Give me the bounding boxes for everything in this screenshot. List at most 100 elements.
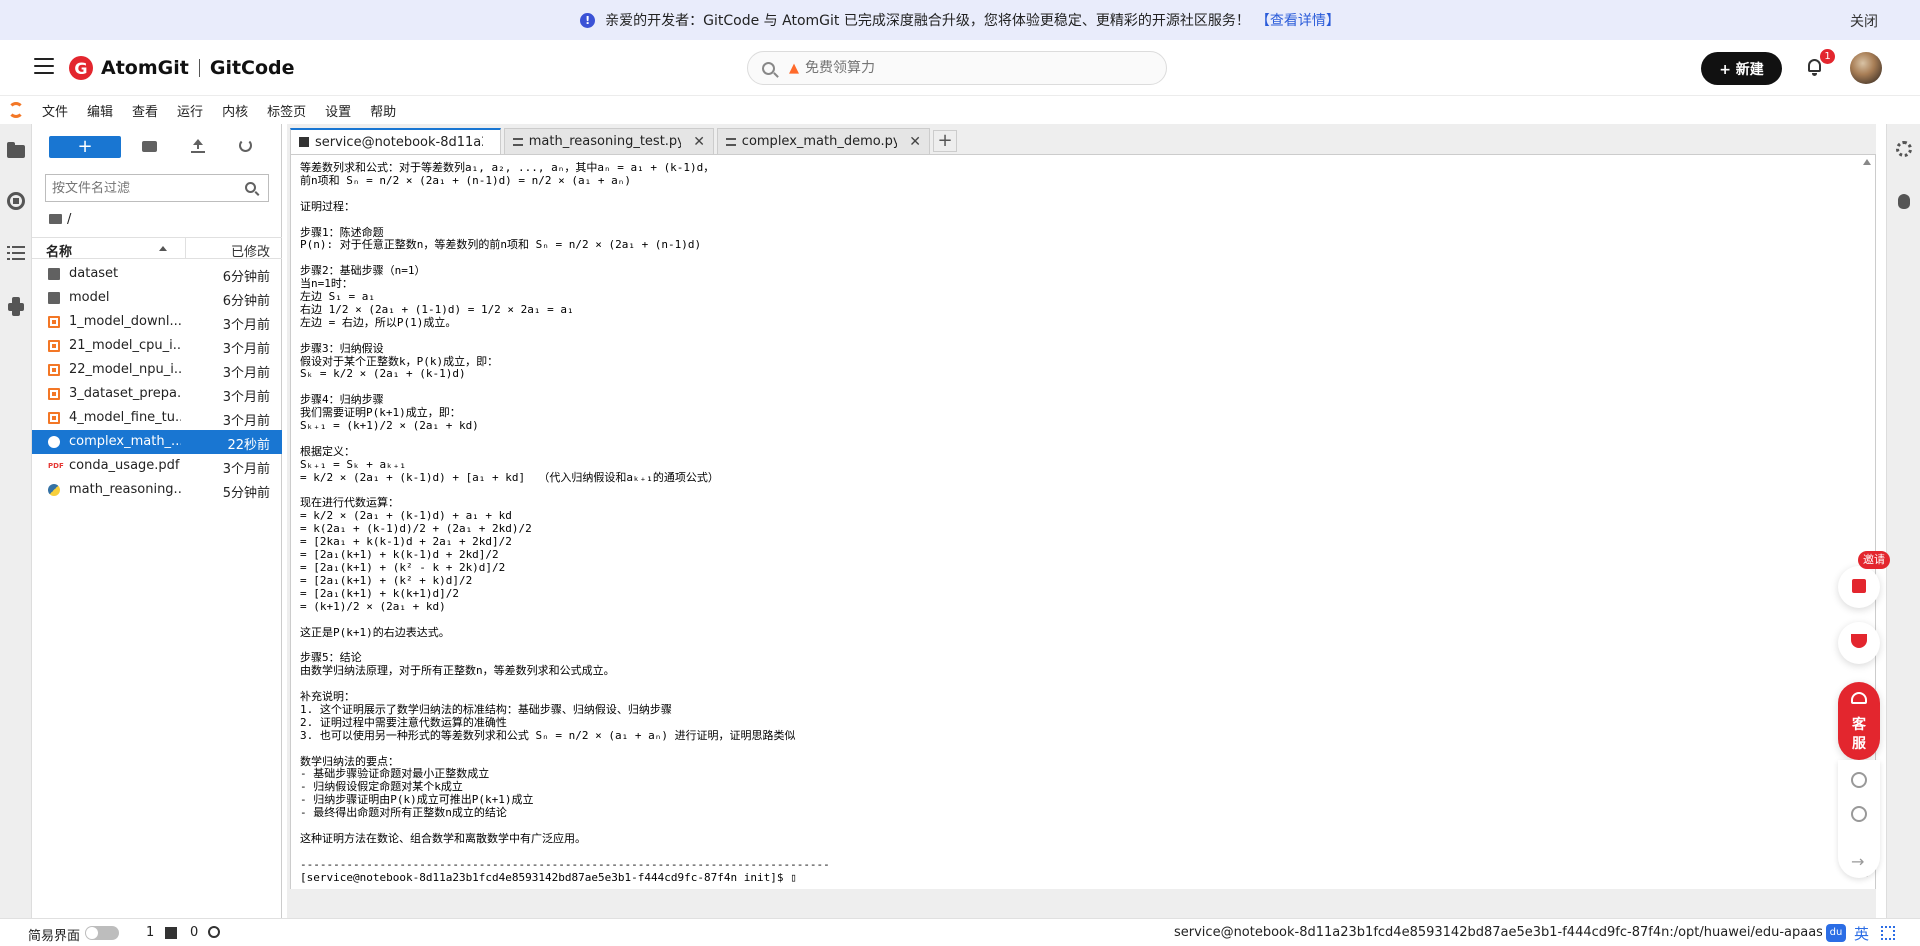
terminal-line: - 最终得出命题对所有正整数n成立的结论 bbox=[300, 806, 507, 820]
menu-edit[interactable]: 编辑 bbox=[87, 101, 113, 120]
column-name-header[interactable]: 名称 bbox=[46, 241, 72, 260]
refresh-icon[interactable] bbox=[238, 138, 254, 154]
file-row[interactable]: complex_math_... 22秒前 bbox=[32, 430, 282, 454]
folder-file-icon bbox=[48, 292, 60, 304]
ime-grid-icon[interactable] bbox=[1881, 926, 1896, 940]
file-list: dataset 6分钟前 model 6分钟前 1_model_downl... 3个月前… bbox=[32, 262, 282, 502]
terminal-line: 左边 = 右边，所以P(1)成立。 bbox=[300, 315, 457, 329]
headset-icon bbox=[1851, 692, 1867, 704]
file-row[interactable]: 22_model_npu_i... 3个月前 bbox=[32, 358, 282, 382]
file-row[interactable]: PDF conda_usage.pdf 3个月前 bbox=[32, 454, 282, 478]
file-row[interactable]: 3_dataset_prepa... 3个月前 bbox=[32, 382, 282, 406]
debugger-bug-icon[interactable] bbox=[1898, 194, 1910, 209]
breadcrumb-folder-icon bbox=[49, 214, 62, 224]
invite-badge[interactable]: 邀请 bbox=[1858, 551, 1890, 569]
new-folder-icon[interactable] bbox=[142, 138, 158, 154]
feedback-icon[interactable] bbox=[1851, 772, 1867, 788]
file-row[interactable]: 21_model_cpu_i... 3个月前 bbox=[32, 334, 282, 358]
upload-icon[interactable] bbox=[190, 138, 206, 154]
file-modified: 3个月前 bbox=[222, 414, 270, 429]
site-logo[interactable]: G AtomGit GitCode bbox=[69, 54, 295, 82]
add-tab-button[interactable]: + bbox=[933, 130, 957, 152]
global-search[interactable]: ▲ bbox=[747, 51, 1167, 85]
property-inspector-gear-icon[interactable] bbox=[1896, 141, 1912, 157]
menu-run[interactable]: 运行 bbox=[177, 101, 203, 120]
menu-settings[interactable]: 设置 bbox=[325, 101, 351, 120]
banner-text: 亲爱的开发者：GitCode 与 AtomGit 已完成深度融合升级，您将体验更… bbox=[605, 13, 1250, 29]
running-sessions-icon[interactable] bbox=[7, 192, 25, 210]
collapse-arrow-icon[interactable]: → bbox=[1851, 852, 1864, 871]
file-modified: 3个月前 bbox=[222, 390, 270, 405]
kernel-status-icon[interactable] bbox=[208, 926, 220, 938]
terminal-panel[interactable]: 等差数列求和公式：对于等差数列a₁, a₂, ..., aₙ，其中aₙ = a₁… bbox=[290, 154, 1876, 889]
hamburger-menu-icon[interactable] bbox=[34, 58, 54, 76]
jupyter-logo-icon bbox=[8, 102, 24, 118]
smiley-icon[interactable] bbox=[1851, 806, 1867, 822]
file-name: math_reasoning... bbox=[69, 482, 181, 497]
notification-count-badge: 1 bbox=[1820, 49, 1835, 64]
extensions-puzzle-icon[interactable] bbox=[7, 297, 25, 316]
gift-widget[interactable] bbox=[1838, 566, 1880, 608]
status-bar: 简易界面 1 0 service@notebook-8d11a23b1fcd4e… bbox=[0, 918, 1920, 946]
file-modified: 22秒前 bbox=[227, 438, 270, 453]
file-row[interactable]: 4_model_fine_tu... 3个月前 bbox=[32, 406, 282, 430]
ime-language[interactable]: 英 bbox=[1854, 923, 1869, 944]
file-row[interactable]: dataset 6分钟前 bbox=[32, 262, 282, 286]
folder-file-icon bbox=[48, 268, 60, 280]
user-avatar[interactable] bbox=[1850, 52, 1882, 84]
text-file-icon bbox=[726, 137, 736, 146]
breadcrumb[interactable]: / bbox=[49, 210, 71, 228]
menu-file[interactable]: 文件 bbox=[42, 101, 68, 120]
terminal-status-icon[interactable] bbox=[165, 927, 177, 939]
new-launcher-button[interactable]: + bbox=[49, 136, 121, 158]
input-method-indicator[interactable]: du 英 bbox=[1826, 920, 1920, 946]
terminal-line: = k/2 × (2a₁ + (k-1)d) + [a₁ + kd] （代入归纳… bbox=[300, 470, 719, 484]
close-tab-icon[interactable]: ✕ bbox=[693, 134, 705, 150]
terminal-line: = (k+1)/2 × (2a₁ + kd) bbox=[300, 599, 446, 613]
menu-tabs[interactable]: 标签页 bbox=[267, 101, 306, 120]
brand-gitcode: GitCode bbox=[209, 57, 295, 79]
breadcrumb-root[interactable]: / bbox=[67, 212, 71, 227]
menu-view[interactable]: 查看 bbox=[132, 101, 158, 120]
trophy-widget[interactable] bbox=[1838, 622, 1880, 664]
menu-help[interactable]: 帮助 bbox=[370, 101, 396, 120]
simple-mode-label: 简易界面 bbox=[28, 929, 81, 944]
close-tab-icon[interactable]: ✕ bbox=[909, 134, 921, 150]
tab-complex-math-demo[interactable]: complex_math_demo.py ✕ bbox=[717, 128, 930, 154]
menu-kernel[interactable]: 内核 bbox=[222, 101, 248, 120]
file-row[interactable]: math_reasoning... 5分钟前 bbox=[32, 478, 282, 502]
file-name: 22_model_npu_i... bbox=[69, 362, 181, 377]
new-button[interactable]: + 新建 bbox=[1701, 52, 1782, 85]
simple-mode-toggle[interactable] bbox=[85, 926, 119, 940]
terminal-line: 这正是P(k+1)的右边表达式。 bbox=[300, 625, 450, 639]
search-input[interactable] bbox=[805, 60, 1105, 76]
file-browser-folder-icon[interactable] bbox=[7, 142, 25, 160]
tab-math-reasoning-test[interactable]: math_reasoning_test.py ✕ bbox=[504, 128, 714, 154]
table-of-contents-icon[interactable] bbox=[7, 244, 25, 262]
terminal-line: 步骤2：基础步骤（n=1） bbox=[300, 264, 426, 278]
python-file-icon bbox=[48, 436, 60, 448]
terminal-count: 1 bbox=[146, 925, 155, 940]
terminal-line: = [2a₁(k+1) + (k² - k + 2k)d]/2 bbox=[300, 560, 506, 574]
tab-terminal[interactable]: service@notebook-8d11a2 bbox=[290, 128, 501, 154]
file-filter-box[interactable] bbox=[45, 174, 269, 202]
file-filter-input[interactable] bbox=[52, 180, 232, 196]
column-modified-header[interactable]: 已修改 bbox=[231, 241, 270, 260]
tab-label: math_reasoning_test.py bbox=[528, 134, 682, 149]
customer-service-button[interactable]: 客 服 bbox=[1838, 682, 1880, 760]
banner-details-link[interactable]: 【查看详情】 bbox=[1256, 10, 1340, 30]
file-row[interactable]: 1_model_downl... 3个月前 bbox=[32, 310, 282, 334]
scroll-up-icon[interactable] bbox=[1863, 159, 1871, 165]
file-modified: 3个月前 bbox=[222, 318, 270, 333]
banner-close-button[interactable]: 关闭 bbox=[1850, 11, 1878, 31]
file-name: dataset bbox=[69, 266, 119, 281]
terminal-line: 根据定义： bbox=[300, 444, 355, 458]
file-modified: 3个月前 bbox=[222, 366, 270, 381]
file-row[interactable]: model 6分钟前 bbox=[32, 286, 282, 310]
notebook-file-icon bbox=[48, 316, 60, 328]
